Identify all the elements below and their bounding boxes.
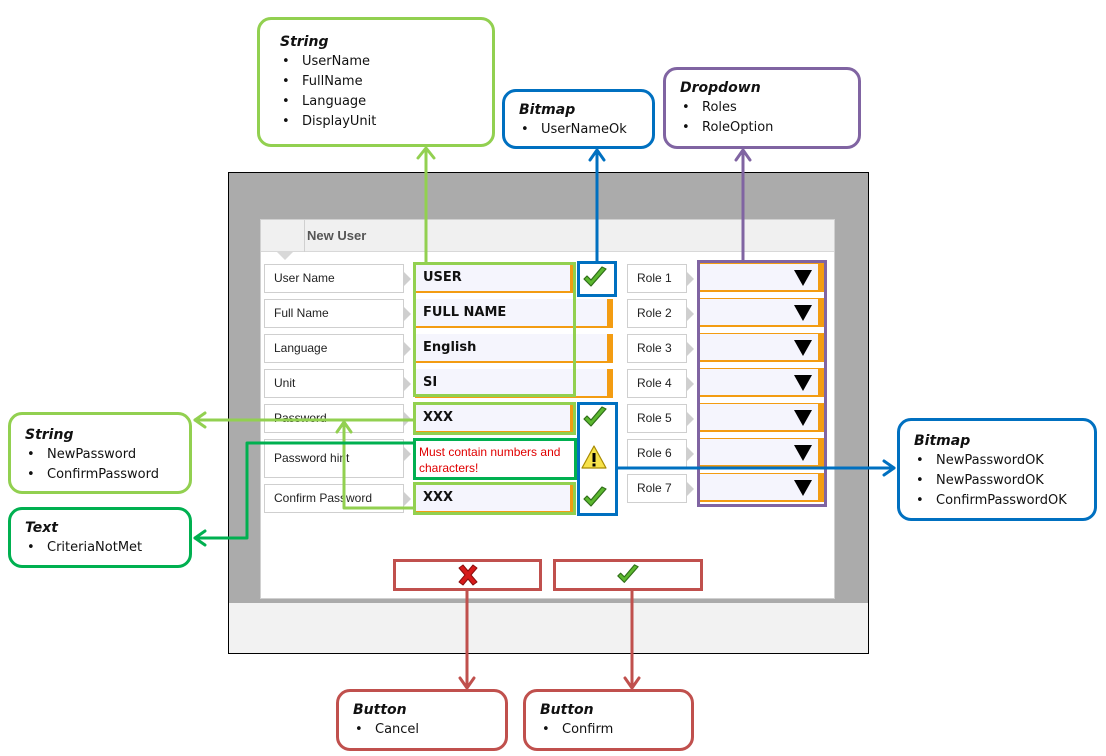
callout-title: String xyxy=(25,427,74,443)
label-role-2: Role 2 xyxy=(627,299,694,328)
check-icon xyxy=(583,266,607,287)
callout-item: NewPassword xyxy=(25,445,175,465)
callout-text-left: Text CriteriaNotMet xyxy=(8,507,192,568)
dropdown-arrow-icon[interactable] xyxy=(794,270,812,286)
arrowhead-string-top xyxy=(416,146,436,160)
role-1-dropdown[interactable] xyxy=(700,263,824,292)
label-role-3: Role 3 xyxy=(627,334,694,363)
arrowhead-string-left xyxy=(193,411,207,429)
arrowhead-bitmap-top xyxy=(588,148,606,162)
role-5-dropdown[interactable] xyxy=(700,403,824,432)
cancel-button[interactable] xyxy=(393,559,542,591)
callout-item: UserName xyxy=(280,52,478,72)
dropdown-arrow-icon[interactable] xyxy=(794,410,812,426)
label-role-7: Role 7 xyxy=(627,474,694,503)
check-icon xyxy=(583,486,607,507)
callout-bitmap-right: Bitmap NewPasswordOK NewPasswordOK Confi… xyxy=(897,418,1097,521)
callout-item: FullName xyxy=(280,72,478,92)
language-input[interactable]: English xyxy=(415,334,613,363)
role-6-dropdown[interactable] xyxy=(700,438,824,467)
check-icon xyxy=(583,406,607,427)
callout-title: Bitmap xyxy=(519,102,576,118)
label-role-4: Role 4 xyxy=(627,369,694,398)
tab-separator xyxy=(304,220,305,252)
role-7-dropdown[interactable] xyxy=(700,473,824,502)
role-4-dropdown[interactable] xyxy=(700,368,824,397)
callout-string-top: String UserName FullName Language Displa… xyxy=(257,17,495,147)
callout-item: DisplayUnit xyxy=(280,112,478,132)
tab-pointer xyxy=(277,252,293,260)
role-2-dropdown[interactable] xyxy=(700,298,824,327)
dialog-title: New User xyxy=(307,228,367,243)
callout-item: Roles xyxy=(680,98,844,118)
label-user-name: User Name xyxy=(264,264,411,293)
label-password-hint: Password hint xyxy=(264,439,411,478)
callout-item: NewPasswordOK xyxy=(914,471,1080,491)
warning-icon xyxy=(581,445,607,469)
cross-icon xyxy=(458,564,477,586)
callout-item: RoleOption xyxy=(680,118,844,138)
callout-string-left: String NewPassword ConfirmPassword xyxy=(8,412,192,494)
frame-footer xyxy=(229,603,868,653)
full-name-input[interactable]: FULL NAME xyxy=(415,299,613,328)
callout-title: String xyxy=(280,34,329,50)
callout-bitmap-top: Bitmap UserNameOk xyxy=(502,89,655,149)
callout-title: Button xyxy=(353,702,407,718)
dialog-header: New User xyxy=(261,220,834,252)
callout-item: UserNameOk xyxy=(519,120,638,140)
arrowhead-cancel xyxy=(458,676,476,690)
label-role-6: Role 6 xyxy=(627,439,694,468)
label-password: Password xyxy=(264,404,411,433)
callout-dropdown: Dropdown Roles RoleOption xyxy=(663,67,861,149)
unit-input[interactable]: SI xyxy=(415,369,613,398)
callout-item: ConfirmPasswordOK xyxy=(914,491,1080,511)
callout-item: NewPasswordOK xyxy=(914,451,1080,471)
callout-item: Confirm xyxy=(540,720,677,740)
callout-title: Button xyxy=(540,702,594,718)
arrowhead-dropdown xyxy=(734,148,752,162)
callout-item: ConfirmPassword xyxy=(25,465,175,485)
callout-item: Cancel xyxy=(353,720,491,740)
confirm-button[interactable] xyxy=(553,559,703,591)
label-role-1: Role 1 xyxy=(627,264,694,293)
dropdown-arrow-icon[interactable] xyxy=(794,375,812,391)
label-role-5: Role 5 xyxy=(627,404,694,433)
callout-button-cancel: Button Cancel xyxy=(336,689,508,751)
password-hint-text: Must contain numbers and characters! xyxy=(416,441,574,477)
callout-button-confirm: Button Confirm xyxy=(523,689,694,751)
callout-item: CriteriaNotMet xyxy=(25,538,175,558)
label-confirm-password: Confirm Password xyxy=(264,484,411,513)
dropdown-arrow-icon[interactable] xyxy=(794,480,812,496)
dropdown-arrow-icon[interactable] xyxy=(794,305,812,321)
callout-title: Dropdown xyxy=(680,80,761,96)
arrowhead-confirm xyxy=(623,676,641,690)
callout-title: Text xyxy=(25,520,58,536)
password-input[interactable]: XXX xyxy=(415,404,576,433)
dropdown-arrow-icon[interactable] xyxy=(794,445,812,461)
label-full-name: Full Name xyxy=(264,299,411,328)
dropdown-arrow-icon[interactable] xyxy=(794,340,812,356)
arrowhead-text xyxy=(193,529,207,547)
callout-item: Language xyxy=(280,92,478,112)
user-name-input[interactable]: USER xyxy=(415,264,576,293)
callout-title: Bitmap xyxy=(914,433,971,449)
role-3-dropdown[interactable] xyxy=(700,333,824,362)
arrowhead-bitmap-right xyxy=(882,459,896,477)
confirm-password-input[interactable]: XXX xyxy=(415,484,576,513)
label-unit: Unit xyxy=(264,369,411,398)
label-language: Language xyxy=(264,334,411,363)
check-icon xyxy=(617,564,639,583)
